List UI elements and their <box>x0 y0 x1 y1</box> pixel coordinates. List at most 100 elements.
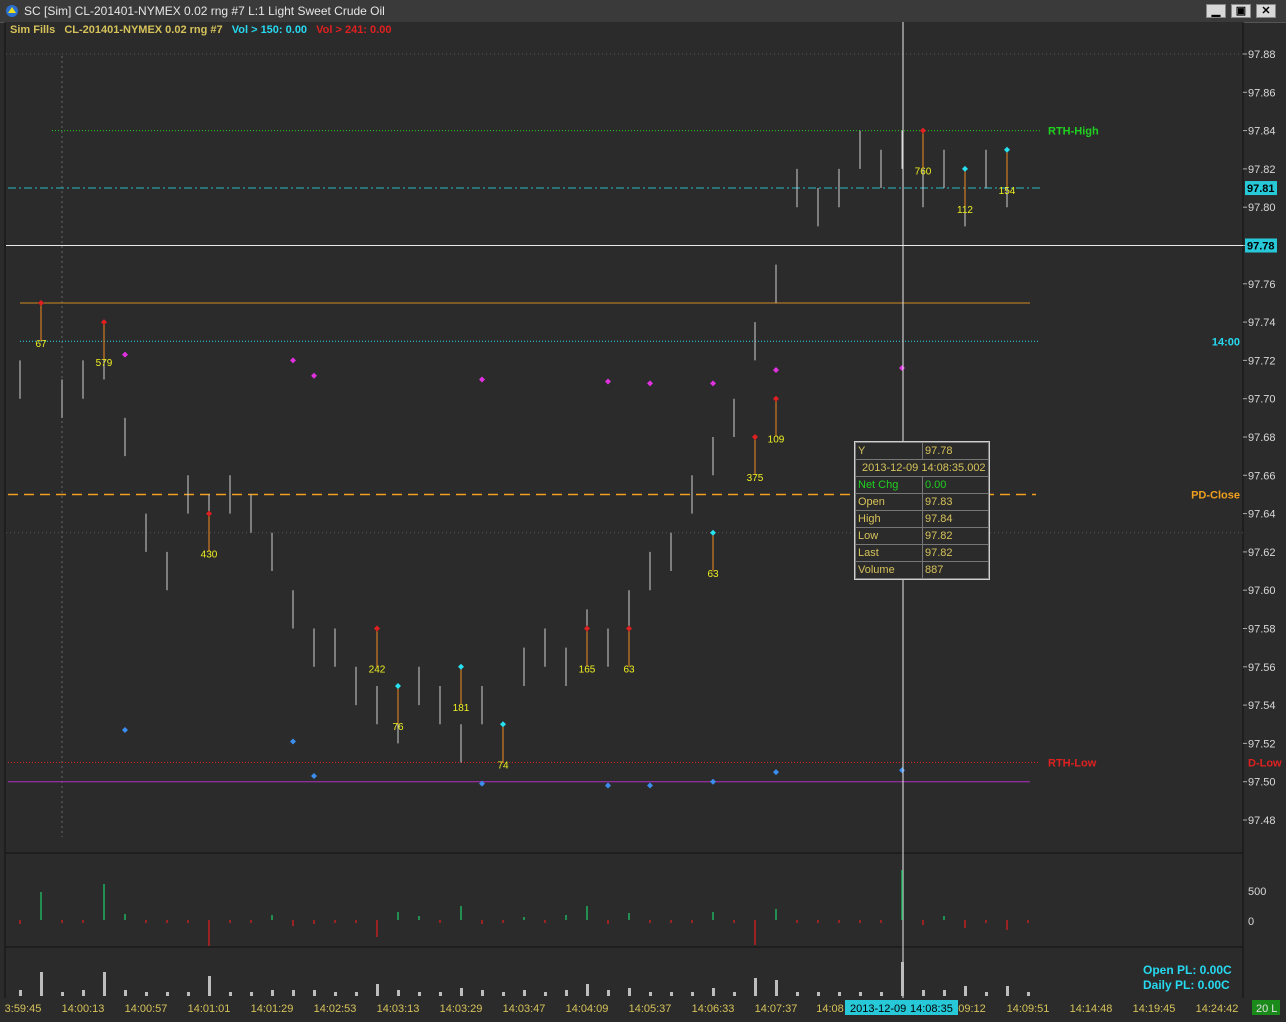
volume-bar <box>313 990 316 996</box>
volume-bar <box>628 988 631 996</box>
tooltip-row: Volume 887 <box>855 561 989 579</box>
tooltip-row: 2013-12-09 14:08:35.002 <box>855 459 989 477</box>
volume-bar <box>208 976 211 996</box>
time-tick-label: 14:03:13 <box>377 1003 420 1015</box>
price-tick-label: 97.56 <box>1248 662 1276 674</box>
fill-size-label: 375 <box>747 473 764 484</box>
time-tick-label: 14:07:37 <box>755 1003 798 1015</box>
price-tick-label: 97.60 <box>1248 585 1276 597</box>
crosshair-price-tag: 97.78 <box>1247 241 1275 253</box>
volume-bar <box>124 990 127 996</box>
volume-bar <box>376 984 379 996</box>
legend-symbol: CL-201401-NYMEX 0.02 rng #7 <box>64 24 223 36</box>
time-tick-label: 14:03:47 <box>503 1003 546 1015</box>
tooltip-row: High 97.84 <box>855 510 989 528</box>
volume-bar <box>523 990 526 996</box>
time-tick-label: 14:03:29 <box>440 1003 483 1015</box>
daily-pl: Daily PL: 0.00C <box>1143 978 1230 992</box>
tooltip-row: Y 97.78 <box>855 442 989 460</box>
last-price-tag: 97.81 <box>1247 183 1275 195</box>
price-tick-label: 97.88 <box>1248 49 1276 61</box>
volume-bar <box>943 990 946 996</box>
fill-size-label: 67 <box>35 339 47 350</box>
volume-bar <box>922 990 925 996</box>
volume-bar <box>229 992 232 996</box>
price-tick-label: 97.80 <box>1248 202 1276 214</box>
volume-bar <box>733 992 736 996</box>
fill-size-label: 760 <box>915 167 932 178</box>
price-tick-label: 97.72 <box>1248 355 1276 367</box>
time-tick-label: 14:19:45 <box>1133 1003 1176 1015</box>
time-tick-label: 14:24:42 <box>1196 1003 1239 1015</box>
volume-bar <box>1027 992 1030 996</box>
app-logo-icon <box>6 5 18 17</box>
time-tick-label: 14:01:29 <box>251 1003 294 1015</box>
minimize-button[interactable]: ▁ <box>1206 4 1226 18</box>
time-tick-label: 14:08 <box>816 1003 844 1015</box>
volume-bar <box>19 990 22 996</box>
volume-bar <box>82 990 85 996</box>
close-icon: ✕ <box>1261 5 1271 17</box>
level-label: RTH-High <box>1048 126 1099 138</box>
price-tick-label: 97.70 <box>1248 394 1276 406</box>
time-tick-label: 09:12 <box>958 1003 986 1015</box>
volume-bar <box>166 992 169 996</box>
legend-vol-up: Vol > 150: 0.00 <box>231 24 308 36</box>
fill-size-label: 63 <box>707 569 719 580</box>
volume-bar <box>1006 986 1009 996</box>
volume-bar <box>187 992 190 996</box>
title-bar[interactable]: SC [Sim] CL-201401-NYMEX 0.02 rng #7 L:1… <box>0 0 1286 23</box>
fill-size-label: 242 <box>369 665 386 676</box>
volume-bar <box>145 992 148 996</box>
time-tick-label: 14:04:09 <box>566 1003 609 1015</box>
price-tick-label: 97.48 <box>1248 815 1276 827</box>
volume-bar <box>649 992 652 996</box>
volume-bar <box>565 990 568 996</box>
price-tick-label: 97.68 <box>1248 432 1276 444</box>
volume-bar <box>40 972 43 996</box>
volume-bar <box>964 986 967 996</box>
volume-bar <box>712 988 715 996</box>
volume-bar <box>103 972 106 996</box>
price-chart[interactable]: 97.88 97.86 97.84 97.82 97.80 97.78 97.76 97.74… <box>0 22 1286 1022</box>
volume-bar <box>418 992 421 996</box>
volume-tick-label: 0 <box>1248 916 1254 928</box>
price-tick-label: 97.64 <box>1248 509 1276 521</box>
restore-button[interactable]: ▣ <box>1231 4 1251 18</box>
tooltip-row: Net Chg 0.00 <box>855 476 989 494</box>
fill-size-label: 430 <box>201 550 218 561</box>
plot-background <box>6 22 1243 1022</box>
volume-bar <box>859 992 862 996</box>
level-label: D-Low <box>1248 758 1282 770</box>
volume-bar <box>250 992 253 996</box>
time-tick-label: 14:00:57 <box>125 1003 168 1015</box>
time-tick-label: 14:02:53 <box>314 1003 357 1015</box>
level-label: PD-Close <box>1191 489 1240 501</box>
volume-bar <box>61 992 64 996</box>
volume-bar <box>670 992 673 996</box>
time-tick-label: 14:00:13 <box>62 1003 105 1015</box>
volume-bar <box>544 992 547 996</box>
volume-bar <box>502 992 505 996</box>
price-tick-label: 97.66 <box>1248 470 1276 482</box>
data-tooltip: Y 97.78 2013-12-09 14:08:35.002 Net Chg 0.… <box>854 441 990 580</box>
crosshair-time: 14:08:35 <box>910 1003 953 1015</box>
volume-bar <box>691 992 694 996</box>
fill-size-label: 109 <box>768 435 785 446</box>
time-tick-label: 14:01:01 <box>188 1003 231 1015</box>
legend-study: Sim Fills <box>10 24 56 36</box>
fill-size-label: 76 <box>392 722 404 733</box>
volume-bar <box>796 992 799 996</box>
price-tick-label: 97.76 <box>1248 279 1276 291</box>
volume-bar <box>901 962 904 996</box>
close-button[interactable]: ✕ <box>1256 4 1276 18</box>
volume-bar <box>817 992 820 996</box>
volume-bar <box>880 992 883 996</box>
fill-size-label: 112 <box>957 205 973 216</box>
price-tick-label: 97.52 <box>1248 738 1276 750</box>
price-tick-label: 97.58 <box>1248 624 1276 636</box>
open-pl: Open PL: 0.00C <box>1143 963 1232 977</box>
volume-bar <box>586 984 589 996</box>
volume-bar <box>292 990 295 996</box>
volume-bar <box>355 992 358 996</box>
